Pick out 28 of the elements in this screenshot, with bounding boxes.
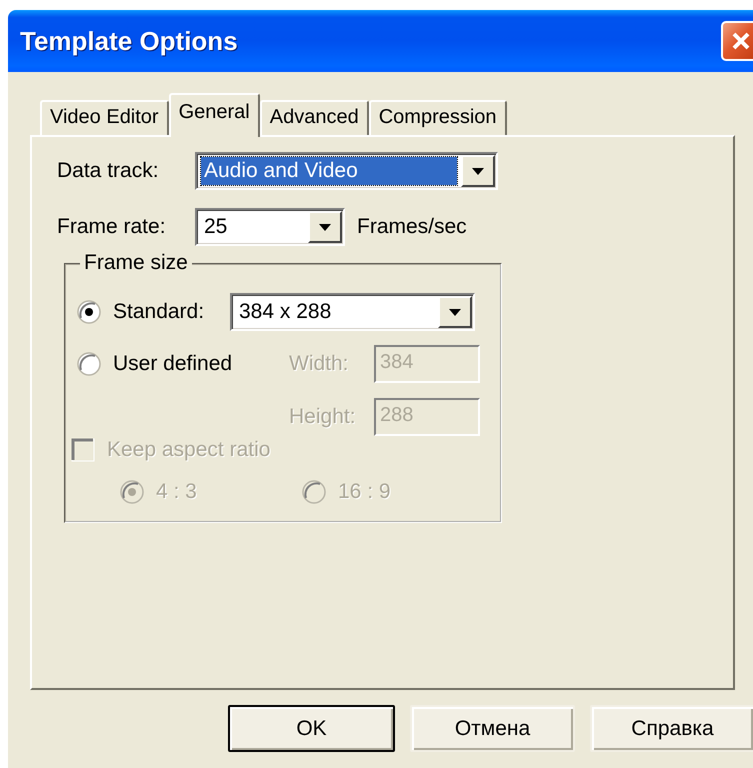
- close-icon: [730, 30, 752, 52]
- radio-label: User defined: [113, 352, 232, 376]
- radio-button[interactable]: [77, 352, 101, 376]
- window-title: Template Options: [20, 26, 238, 56]
- checkbox-label: Keep aspect ratio: [107, 438, 270, 462]
- frame-size-dropdown[interactable]: 384 x 288: [230, 293, 475, 331]
- frame-rate-dropdown[interactable]: 25: [195, 208, 345, 246]
- height-label: Height:: [289, 405, 357, 429]
- data-track-label: Data track:: [57, 159, 160, 183]
- tab[interactable]: Video Editor: [40, 100, 169, 135]
- frame-rate-label: Frame rate:: [57, 215, 167, 239]
- radio-label: Standard:: [113, 300, 204, 324]
- unit-label: Frames/sec: [357, 215, 467, 239]
- dialog-button[interactable]: Отмена: [410, 705, 575, 752]
- radio-label: 4 : 3: [156, 480, 197, 504]
- radio-label: 16 : 9: [338, 480, 391, 504]
- width-label: Width:: [289, 352, 350, 376]
- tab[interactable]: Compression: [368, 100, 507, 135]
- dialog-button[interactable]: Справка: [590, 705, 753, 752]
- close-button[interactable]: [721, 21, 753, 61]
- data-track-dropdown[interactable]: Audio and Video: [195, 152, 498, 190]
- caret-icon: [449, 308, 461, 316]
- radio-button[interactable]: [77, 300, 101, 324]
- caret-icon: [472, 168, 484, 174]
- ok-button[interactable]: OK: [228, 705, 395, 752]
- tab[interactable]: General: [168, 93, 260, 137]
- caret-icon: [319, 224, 331, 230]
- tab[interactable]: Advanced: [260, 100, 369, 135]
